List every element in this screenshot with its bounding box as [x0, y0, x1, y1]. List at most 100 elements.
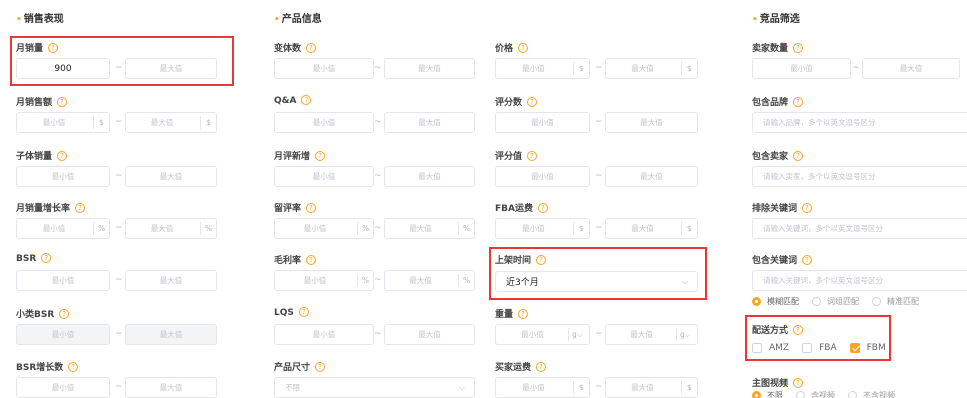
help-icon[interactable]: ?: [298, 307, 309, 317]
lqs-min-input[interactable]: 最小值: [274, 324, 374, 345]
rating-max-input[interactable]: 最大值: [605, 166, 698, 187]
help-icon[interactable]: ?: [57, 151, 68, 161]
buyer-shipping-max-input[interactable]: 最大值 $: [605, 377, 698, 398]
help-icon[interactable]: ?: [518, 309, 529, 319]
radio-phrase-match[interactable]: 词组匹配: [812, 296, 859, 307]
help-icon[interactable]: ?: [68, 362, 79, 372]
weight-min-input[interactable]: 最小值 g⌵: [495, 324, 590, 345]
variants-label: 变体数?: [274, 41, 317, 54]
bsr-max-input[interactable]: 最大值: [125, 270, 217, 291]
fba-fee-max-input[interactable]: 最大值 $: [605, 218, 698, 239]
sub-bsr-label: 小类BSR?: [16, 307, 70, 320]
help-icon[interactable]: ?: [802, 255, 813, 265]
review-rate-min-input[interactable]: 最小值%: [274, 218, 374, 239]
gross-margin-max-input[interactable]: 最大值%: [384, 270, 475, 291]
help-icon[interactable]: ?: [306, 255, 317, 265]
main-video-group: 不限 含视频 不含视频: [752, 390, 908, 398]
radio-icon: [872, 297, 881, 306]
help-icon[interactable]: ?: [57, 97, 68, 107]
fba-fee-min-input[interactable]: 最小值 $: [495, 218, 590, 239]
qa-max-input[interactable]: 最大值: [384, 112, 475, 133]
include-keyword-input[interactable]: 请输入关键词，多个以英文逗号区分: [752, 270, 967, 291]
price-min-input[interactable]: 最小值 $: [495, 58, 590, 79]
gross-margin-min-input[interactable]: 最小值%: [274, 270, 374, 291]
help-icon[interactable]: ?: [793, 378, 804, 388]
seller-input[interactable]: 请输入卖家，多个以英文逗号区分: [752, 166, 967, 187]
seller-label: 包含卖家?: [752, 149, 804, 162]
rating-min-input[interactable]: 最小值: [495, 166, 590, 187]
exclude-keyword-input[interactable]: 请输入关键词，多个以英文逗号区分: [752, 218, 967, 239]
radio-fuzzy-match[interactable]: 模糊匹配: [752, 296, 799, 307]
sales-growth-min-input[interactable]: 最小值%: [16, 218, 110, 239]
help-icon[interactable]: ?: [518, 43, 529, 53]
help-icon[interactable]: ?: [301, 95, 312, 105]
fba-fee-label: FBA运费?: [495, 201, 548, 214]
help-icon[interactable]: ?: [306, 43, 317, 53]
review-count-min-input[interactable]: 最小值: [495, 112, 590, 133]
new-reviews-min-input[interactable]: 最小值: [274, 166, 374, 187]
review-rate-max-input[interactable]: 最大值%: [384, 218, 475, 239]
radio-video-has[interactable]: 含视频: [796, 390, 835, 398]
radio-icon: [812, 297, 821, 306]
help-icon[interactable]: ?: [793, 97, 804, 107]
variants-min-input[interactable]: 最小值: [274, 58, 374, 79]
help-icon[interactable]: ?: [802, 203, 813, 213]
help-icon[interactable]: ?: [75, 203, 86, 213]
help-icon[interactable]: ?: [315, 362, 326, 372]
bsr-label: BSR?: [16, 253, 52, 264]
bsr-min-input[interactable]: 最小值: [16, 270, 110, 291]
range-separator: ~: [115, 223, 123, 233]
radio-video-none[interactable]: 不含视频: [848, 390, 895, 398]
buyer-shipping-min-input[interactable]: 最小值 $: [495, 377, 590, 398]
help-icon[interactable]: ?: [793, 151, 804, 161]
weight-max-input[interactable]: 最大值 g⌵: [605, 324, 698, 345]
help-icon[interactable]: ?: [41, 253, 52, 263]
help-icon[interactable]: ?: [315, 151, 326, 161]
weight-label: 重量?: [495, 307, 529, 320]
brand-input[interactable]: 请输入品牌，多个以英文逗号区分: [752, 112, 967, 133]
range-separator: ~: [595, 171, 603, 181]
range-separator: ~: [115, 171, 123, 181]
child-sales-max-input[interactable]: 最大值: [125, 166, 217, 187]
new-reviews-max-input[interactable]: 最大值: [384, 166, 475, 187]
price-label: 价格?: [495, 41, 529, 54]
help-icon[interactable]: ?: [527, 97, 538, 107]
help-icon[interactable]: ?: [536, 362, 547, 372]
seller-count-max-input[interactable]: 最大值: [862, 58, 960, 79]
help-icon[interactable]: ?: [793, 43, 804, 53]
child-sales-min-input[interactable]: 最小值: [16, 166, 110, 187]
lqs-label: LQS?: [274, 307, 309, 318]
range-separator: ~: [115, 382, 123, 392]
sub-bsr-max-input[interactable]: 最大值: [125, 324, 217, 345]
range-separator: ~: [115, 117, 123, 127]
variants-max-input[interactable]: 最大值: [384, 58, 475, 79]
sales-growth-max-input[interactable]: 最大值%: [125, 218, 217, 239]
section-title-competitor: • 竞品筛选: [752, 14, 800, 25]
monthly-revenue-min-input[interactable]: 最小值 $: [16, 112, 110, 133]
price-max-input[interactable]: 最大值 $: [605, 58, 698, 79]
chevron-down-icon: ⌵: [458, 383, 465, 392]
highlight-monthly-sales: [10, 36, 234, 86]
range-separator: ~: [595, 382, 603, 392]
bsr-growth-min-input[interactable]: 最小值: [16, 377, 110, 398]
help-icon[interactable]: ?: [527, 151, 538, 161]
monthly-revenue-max-input[interactable]: 最大值 $: [125, 112, 217, 133]
lqs-max-input[interactable]: 最大值: [384, 324, 475, 345]
radio-exact-match[interactable]: 精准匹配: [872, 296, 919, 307]
radio-icon: [848, 391, 857, 398]
sub-bsr-min-input[interactable]: 最小值: [16, 324, 110, 345]
help-icon[interactable]: ?: [537, 203, 548, 213]
qa-min-input[interactable]: 最小值: [274, 112, 374, 133]
sales-growth-label: 月销量增长率?: [16, 201, 86, 214]
range-separator: ~: [595, 117, 603, 127]
seller-count-min-input[interactable]: 最小值: [752, 58, 851, 79]
radio-video-any[interactable]: 不限: [752, 390, 783, 398]
review-count-label: 评分数?: [495, 95, 538, 108]
bsr-growth-max-input[interactable]: 最大值: [125, 377, 217, 398]
radio-checked-icon: [752, 297, 761, 306]
review-count-max-input[interactable]: 最大值: [605, 112, 698, 133]
size-select[interactable]: 不限 ⌵: [274, 377, 475, 398]
range-separator: ~: [595, 329, 603, 339]
help-icon[interactable]: ?: [59, 309, 70, 319]
help-icon[interactable]: ?: [306, 203, 317, 213]
